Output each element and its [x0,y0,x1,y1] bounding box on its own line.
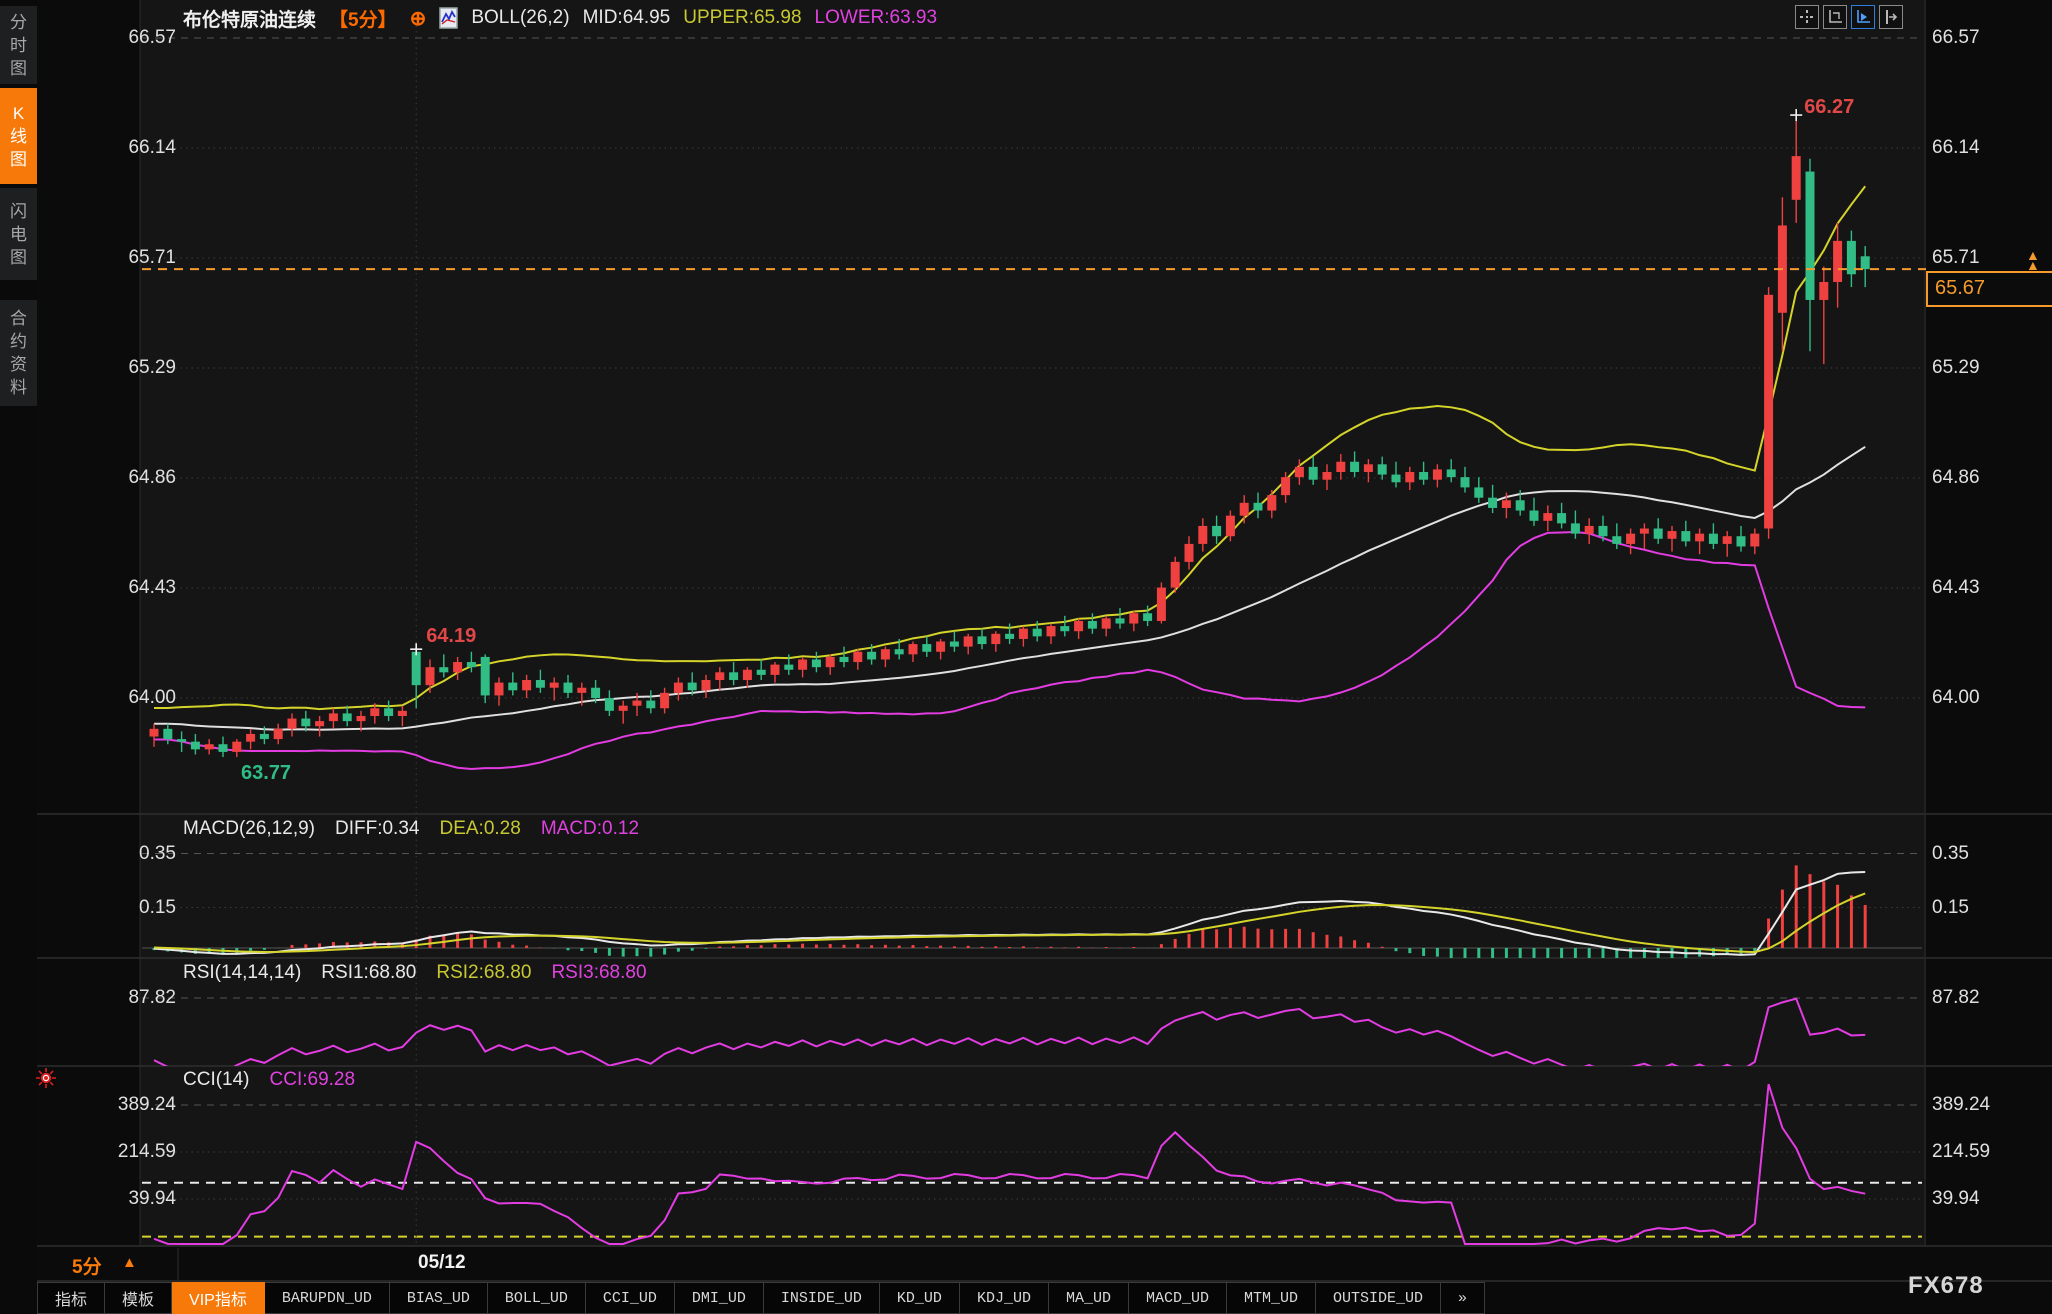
y-axis-label: 0.35 [1932,843,1969,865]
high-price-marker: 66.27 [1804,96,1854,119]
tab-BOLL_UD[interactable]: BOLL_UD [488,1282,586,1314]
macd-title: MACD(26,12,9) [183,818,315,840]
tab-指标[interactable]: 指标 [37,1282,105,1314]
tab-DMI_UD[interactable]: DMI_UD [675,1282,764,1314]
sidebar-item-1[interactable]: 分 时 图 [0,6,37,84]
x-axis-date-label: 05/12 [418,1252,466,1274]
period-label[interactable]: 【5分】 [329,5,397,32]
y-axis-label: 214.59 [1932,1141,1990,1163]
fx678-watermark: FX678 [1908,1272,1984,1300]
y-axis-label: 65.71 [1932,247,1980,269]
compare-add-icon[interactable]: ⊕ [410,6,427,31]
left-sidebar: 分 时 图 K 线 图闪 电 图合 约 资 料 [0,0,37,1314]
macd-macd-value: MACD:0.12 [541,818,639,840]
tab-KDJ_UD[interactable]: KDJ_UD [960,1282,1049,1314]
chart-application: 分 时 图 K 线 图闪 电 图合 约 资 料 布伦特原油连续 【5分】 ⊕ BO… [0,0,2052,1314]
tab-KD_UD[interactable]: KD_UD [880,1282,960,1314]
axis-scale-icon[interactable] [1823,5,1847,29]
candlestick-chart-canvas[interactable] [0,0,2052,1314]
tab-MTM_UD[interactable]: MTM_UD [1227,1282,1316,1314]
alert-blink-icon[interactable] [34,1066,58,1095]
macd-panel [142,865,1922,970]
rsi-title: RSI(14,14,14) [183,962,301,984]
tab-模板[interactable]: 模板 [105,1282,172,1314]
cci-title: CCI(14) [183,1069,250,1091]
macd-diff-value: DIFF:0.34 [335,818,419,840]
axis-play-icon[interactable] [1851,5,1875,29]
y-axis-label: 65.29 [1932,357,1980,379]
cci-label-row: CCI(14) CCI:69.28 [183,1068,355,1092]
y-axis-label: 66.14 [1932,137,1980,159]
chart-type-icon[interactable] [439,7,458,29]
indicator-tab-bar: 指标模板VIP指标BARUPDN_UDBIAS_UDBOLL_UDCCI_UDD… [37,1282,2052,1314]
sidebar-item-4[interactable]: 合 约 资 料 [0,300,37,406]
rsi3-value: RSI3:68.80 [551,962,646,984]
bollinger-bands [154,186,1865,769]
tab-MACD_UD[interactable]: MACD_UD [1129,1282,1227,1314]
sidebar-item-2[interactable]: K 线 图 [0,88,37,184]
move-crosshair-icon[interactable] [1795,5,1819,29]
footer-period-selector[interactable]: 5分 [72,1252,102,1279]
instrument-name: 布伦特原油连续 [183,5,316,32]
rsi1-value: RSI1:68.80 [321,962,416,984]
y-axis-label: 39.94 [1932,1188,1980,1210]
axis-shift-icon[interactable] [1879,5,1903,29]
tab-MA_UD[interactable]: MA_UD [1049,1282,1129,1314]
rsi2-value: RSI2:68.80 [436,962,531,984]
current-price-tag: 65.67 [1926,271,2052,307]
tab-»[interactable]: » [1441,1282,1485,1314]
y-axis-label: 87.82 [1932,987,1980,1009]
tab-BIAS_UD[interactable]: BIAS_UD [390,1282,488,1314]
y-axis-label: 64.86 [1932,467,1980,489]
y-axis-label: 0.15 [1932,897,1969,919]
macd-label-row: MACD(26,12,9) DIFF:0.34 DEA:0.28 MACD:0.… [183,817,639,841]
y-axis-label: 389.24 [1932,1094,1990,1116]
rsi-label-row: RSI(14,14,14) RSI1:68.80 RSI2:68.80 RSI3… [183,961,647,985]
price-up-arrow-icon: ▲▲ [2026,250,2040,270]
boll-mid-value: MID:64.95 [583,7,671,29]
macd-dea-value: DEA:0.28 [439,818,520,840]
boll-lower-value: LOWER:63.93 [815,7,938,29]
session-low-marker: 63.77 [241,762,291,785]
tab-VIP指标[interactable]: VIP指标 [172,1282,265,1314]
boll-upper-value: UPPER:65.98 [683,7,801,29]
boll-indicator-label: BOLL(26,2) [471,7,569,29]
session-high-marker: 64.19 [426,625,476,648]
tab-BARUPDN_UD[interactable]: BARUPDN_UD [265,1282,390,1314]
rsi-panel [154,999,1865,1074]
gridlines [142,38,1922,1237]
footer-period-triangle-icon[interactable]: ▲ [122,1254,137,1271]
sidebar-item-3[interactable]: 闪 电 图 [0,188,37,280]
y-axis-label: 64.00 [1932,687,1980,709]
cci-panel [154,1084,1865,1244]
y-axis-label: 64.43 [1932,577,1980,599]
cci-value: CCI:69.28 [270,1069,356,1091]
tab-INSIDE_UD[interactable]: INSIDE_UD [764,1282,880,1314]
chart-title-row: 布伦特原油连续 【5分】 ⊕ BOLL(26,2) MID:64.95 UPPE… [183,4,937,32]
chart-toolbar [1795,5,1903,29]
tab-OUTSIDE_UD[interactable]: OUTSIDE_UD [1316,1282,1441,1314]
y-axis-label: 66.57 [1932,27,1980,49]
tab-CCI_UD[interactable]: CCI_UD [586,1282,675,1314]
